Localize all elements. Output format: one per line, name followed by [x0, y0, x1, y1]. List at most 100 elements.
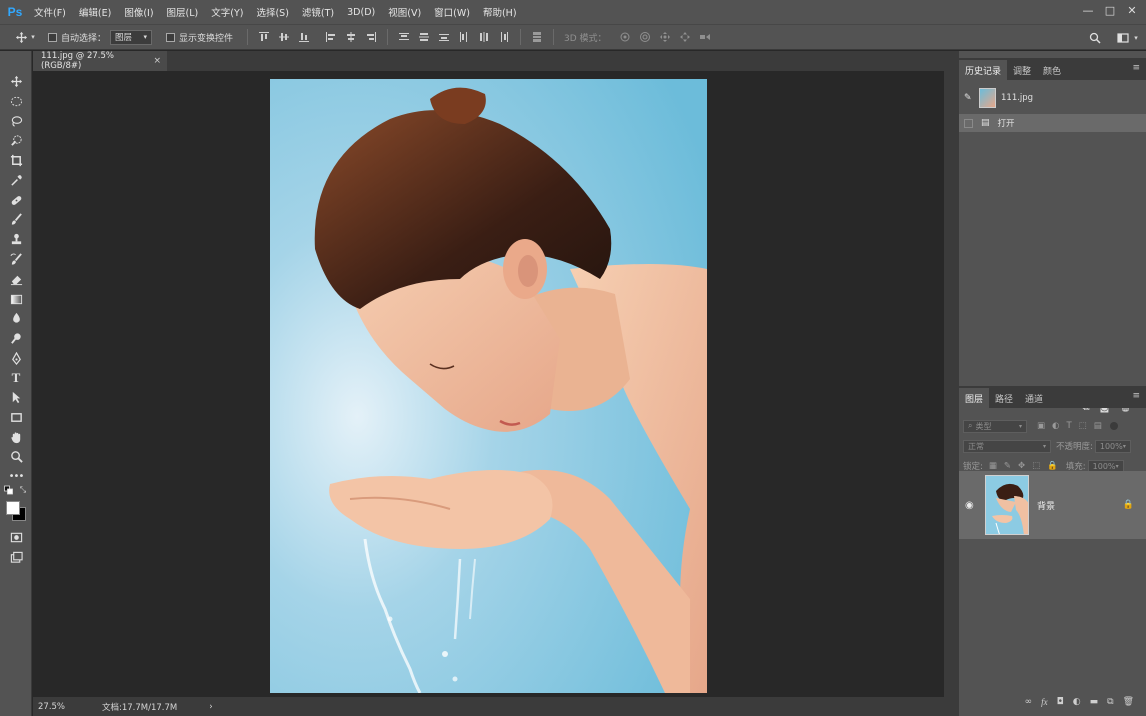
distribute-top-icon[interactable] [397, 30, 411, 44]
menu-type[interactable]: 文字(Y) [211, 5, 243, 19]
3d-pan-icon[interactable] [658, 30, 672, 44]
distribute-hcenter-icon[interactable] [477, 30, 491, 44]
menu-3d[interactable]: 3D(D) [347, 7, 375, 18]
history-snapshot[interactable]: ✎ 111.jpg [959, 84, 1146, 112]
auto-select-checkbox[interactable] [48, 32, 57, 42]
align-top-icon[interactable] [257, 30, 271, 44]
blend-mode-select[interactable]: 正常 ▾ [963, 439, 1051, 453]
chevron-down-icon[interactable]: ▾ [1132, 29, 1140, 47]
adjustment-layer-icon[interactable]: ◐ [1073, 697, 1081, 707]
quick-select-tool-icon[interactable] [7, 132, 25, 149]
close-button[interactable]: ✕ [1124, 2, 1140, 18]
rectangle-tool-icon[interactable] [7, 409, 25, 426]
lock-artboard-icon[interactable]: ⬚ [1032, 461, 1040, 471]
quick-mask-icon[interactable] [7, 529, 25, 546]
tab-channels[interactable]: 通道 [1019, 388, 1049, 408]
align-bottom-icon[interactable] [297, 30, 311, 44]
align-left-icon[interactable] [324, 30, 338, 44]
lock-position-icon[interactable]: ✥ [1018, 461, 1025, 471]
add-mask-icon[interactable]: ◘ [1057, 697, 1064, 707]
maximize-button[interactable]: □ [1102, 2, 1118, 18]
document-tab[interactable]: 111.jpg @ 27.5%(RGB/8#) × [33, 51, 167, 71]
layer-name[interactable]: 背景 [1037, 499, 1055, 512]
layer-filter-select[interactable]: ⌕ 类型 ▾ [963, 419, 1027, 433]
menu-edit[interactable]: 编辑(E) [79, 5, 111, 19]
3d-scale-icon[interactable] [698, 30, 712, 44]
3d-slide-icon[interactable] [678, 30, 692, 44]
eyedropper-tool-icon[interactable] [7, 172, 25, 189]
filter-shape-icon[interactable]: ⬚ [1079, 421, 1087, 431]
zoom-tool-icon[interactable] [7, 448, 25, 465]
history-brush-source-icon[interactable]: ✎ [964, 93, 976, 103]
eraser-tool-icon[interactable] [7, 271, 25, 288]
healing-brush-tool-icon[interactable] [7, 192, 25, 209]
path-selection-tool-icon[interactable] [7, 389, 25, 406]
lock-all-icon[interactable]: 🔒 [1047, 461, 1058, 471]
menu-select[interactable]: 选择(S) [256, 5, 288, 19]
menu-image[interactable]: 图像(I) [124, 5, 153, 19]
foreground-color-swatch[interactable] [6, 501, 20, 515]
dodge-tool-icon[interactable] [7, 330, 25, 347]
more-tools-icon[interactable]: ••• [7, 468, 25, 485]
search-icon[interactable] [1088, 29, 1102, 47]
type-tool-icon[interactable]: T [7, 369, 25, 386]
lock-pixels-icon[interactable]: ✎ [1004, 461, 1011, 471]
default-colors-icon[interactable] [4, 485, 14, 495]
eye-icon[interactable]: ◉ [965, 500, 977, 511]
trash-icon[interactable]: 🗑 [1123, 697, 1134, 707]
auto-align-icon[interactable] [530, 30, 544, 44]
distribute-vcenter-icon[interactable] [417, 30, 431, 44]
blur-tool-icon[interactable] [7, 310, 25, 327]
menu-window[interactable]: 窗口(W) [434, 5, 470, 19]
history-step[interactable]: ▤ 打开 [959, 114, 1146, 132]
filter-toggle-icon[interactable] [1109, 422, 1118, 430]
distribute-bottom-icon[interactable] [437, 30, 451, 44]
tab-layers[interactable]: 图层 [959, 388, 990, 408]
tab-paths[interactable]: 路径 [989, 388, 1019, 408]
lasso-tool-icon[interactable] [7, 113, 25, 130]
history-source-checkbox[interactable] [964, 118, 973, 128]
align-vcenter-icon[interactable] [277, 30, 291, 44]
distribute-right-icon[interactable] [497, 30, 511, 44]
workspace-icon[interactable] [1116, 29, 1130, 47]
fx-icon[interactable]: fx [1041, 697, 1048, 707]
close-icon[interactable]: × [153, 56, 161, 66]
move-tool-icon[interactable] [7, 73, 25, 90]
opacity-input[interactable]: 100% ▾ [1094, 439, 1131, 453]
tab-color[interactable]: 颜色 [1037, 60, 1067, 80]
canvas-area[interactable] [33, 71, 944, 697]
new-layer-icon[interactable]: ⧉ [1107, 697, 1113, 707]
status-menu-arrow[interactable]: › [209, 702, 212, 712]
show-transform-checkbox[interactable] [166, 32, 176, 42]
panel-menu-icon[interactable]: ≡ [1132, 63, 1140, 73]
marquee-tool-icon[interactable] [7, 93, 25, 110]
brush-tool-icon[interactable] [7, 211, 25, 228]
menu-layer[interactable]: 图层(L) [167, 5, 199, 19]
minimize-button[interactable]: — [1080, 2, 1096, 18]
tab-history[interactable]: 历史记录 [959, 60, 1008, 80]
menu-view[interactable]: 视图(V) [388, 5, 421, 19]
gradient-tool-icon[interactable] [7, 291, 25, 308]
chevron-down-icon[interactable]: ▾ [28, 28, 38, 46]
align-hcenter-icon[interactable] [344, 30, 358, 44]
hand-tool-icon[interactable] [7, 429, 25, 446]
filter-smart-object-icon[interactable]: ▤ [1094, 421, 1102, 431]
menu-file[interactable]: 文件(F) [34, 5, 66, 19]
screen-mode-icon[interactable] [7, 549, 25, 566]
align-right-icon[interactable] [364, 30, 378, 44]
pen-tool-icon[interactable] [7, 350, 25, 367]
filter-pixel-icon[interactable]: ▣ [1037, 421, 1045, 431]
3d-roll-icon[interactable] [638, 30, 652, 44]
move-tool-icon[interactable] [14, 28, 28, 46]
auto-select-dropdown[interactable]: 图层 ▾ [110, 29, 153, 45]
filter-type-icon[interactable]: T [1066, 421, 1071, 431]
3d-orbit-icon[interactable] [618, 30, 632, 44]
link-layers-icon[interactable]: ∞ [1025, 697, 1033, 707]
menu-filter[interactable]: 滤镜(T) [302, 5, 334, 19]
tab-adjustments[interactable]: 调整 [1007, 60, 1037, 80]
document-image[interactable] [270, 79, 707, 693]
zoom-level[interactable]: 27.5% [38, 702, 94, 712]
menu-help[interactable]: 帮助(H) [483, 5, 517, 19]
filter-adjustment-icon[interactable]: ◐ [1052, 421, 1059, 431]
swap-colors-icon[interactable]: ⤡ [18, 485, 28, 495]
